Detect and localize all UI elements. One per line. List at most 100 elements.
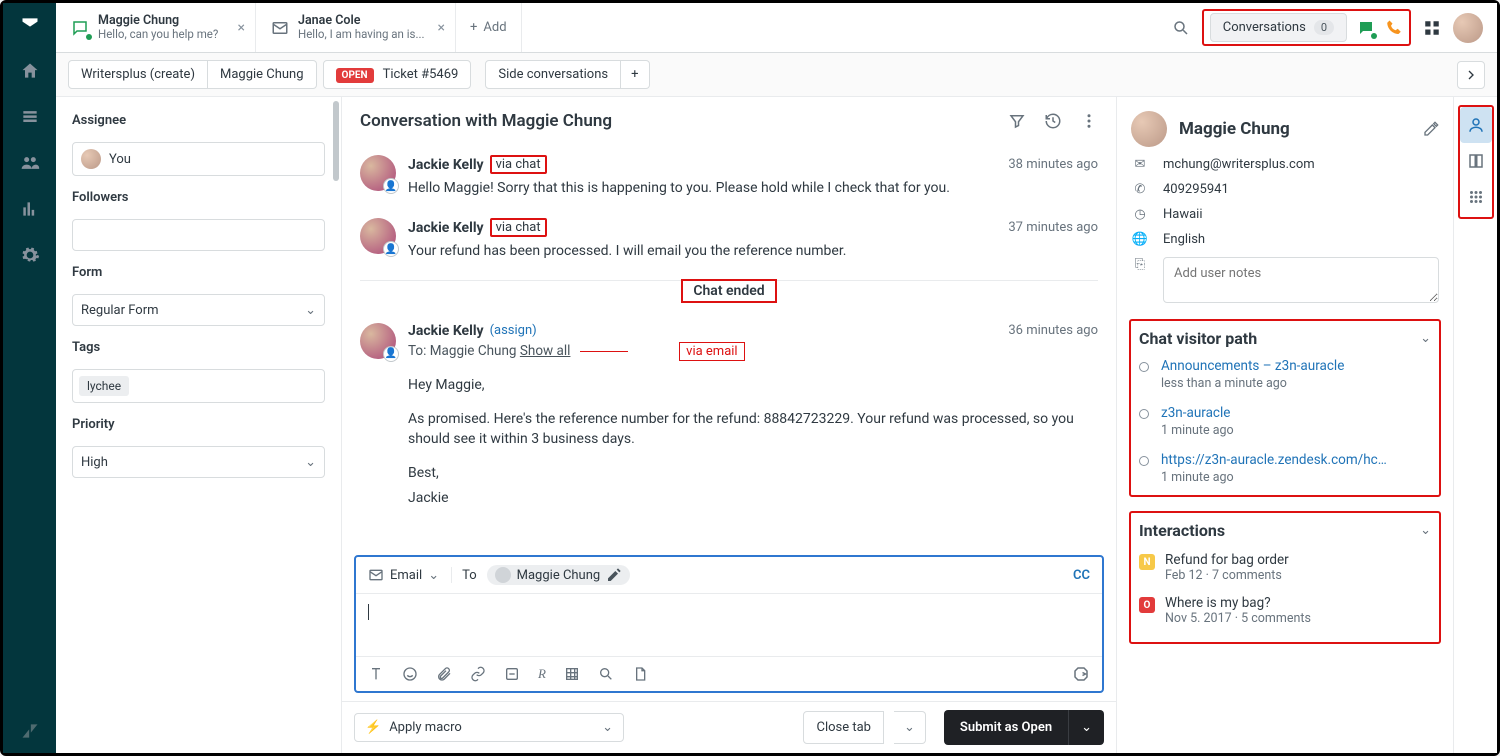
chat-status-icon[interactable] <box>1357 19 1375 37</box>
form-label: Form <box>72 265 325 280</box>
followers-input[interactable] <box>72 219 325 251</box>
filter-icon[interactable] <box>1008 112 1026 130</box>
chevron-down-icon: ⌄ <box>602 720 613 735</box>
tab-title: Maggie Chung <box>98 13 218 28</box>
visitor-path-item[interactable]: Announcements – z3n-auracle less than a … <box>1139 358 1431 391</box>
signature-icon[interactable]: R <box>538 666 546 682</box>
chat-bubble-icon <box>70 18 90 38</box>
phone-icon[interactable] <box>1385 19 1403 37</box>
breadcrumb-requester[interactable]: Maggie Chung <box>208 60 317 89</box>
breadcrumb-org[interactable]: Writersplus (create) <box>68 60 208 89</box>
close-tab-button[interactable]: Close tab <box>803 711 884 744</box>
ticket-number: Ticket #5469 <box>383 67 459 82</box>
document-icon[interactable] <box>632 666 648 682</box>
channel-select[interactable]: Email ⌄ <box>368 567 452 583</box>
conversation-title: Conversation with Maggie Chung <box>360 111 612 131</box>
globe-icon: 🌐 <box>1131 232 1149 247</box>
interaction-meta: Feb 12 · 7 comments <box>1165 568 1289 583</box>
show-all-link[interactable]: Show all <box>520 343 571 359</box>
section-title: Interactions <box>1139 521 1225 540</box>
knowledge-icon[interactable] <box>1460 143 1492 179</box>
tag-chip[interactable]: lychee <box>79 376 129 396</box>
close-icon[interactable]: × <box>438 20 445 36</box>
search-kb-icon[interactable] <box>598 666 614 682</box>
cc-button[interactable]: CC <box>1073 568 1090 583</box>
priority-select[interactable]: High ⌄ <box>72 446 325 478</box>
more-icon[interactable] <box>1080 112 1098 130</box>
assignee-value: You <box>109 152 131 167</box>
scrollbar-thumb[interactable] <box>333 101 339 181</box>
email-message: 👤 Jackie Kelly (assign) 36 minutes ago T… <box>360 313 1098 518</box>
search-icon[interactable] <box>1172 19 1190 37</box>
assignee-select[interactable]: You <box>72 142 325 176</box>
requester-email[interactable]: mchung@writersplus.com <box>1163 157 1315 172</box>
customers-icon[interactable] <box>20 153 40 173</box>
agent-avatar: 👤 <box>360 218 396 254</box>
agent-avatar: 👤 <box>360 323 396 359</box>
tags-input[interactable]: lychee <box>72 369 325 403</box>
link-icon[interactable] <box>470 666 486 682</box>
close-tab-caret[interactable]: ⌄ <box>894 711 926 744</box>
quote-icon[interactable] <box>504 666 520 682</box>
emoji-icon[interactable] <box>402 666 418 682</box>
views-icon[interactable] <box>20 107 40 127</box>
chevron-down-icon: ⌄ <box>305 455 316 470</box>
topbar-right-highlight: Conversations 0 <box>1202 9 1411 46</box>
close-icon[interactable]: × <box>238 20 245 36</box>
recipient-name: Maggie Chung <box>517 568 601 583</box>
submit-caret[interactable]: ⌄ <box>1068 710 1104 745</box>
chat-message: 👤 Jackie Kelly via chat 37 minutes ago Y… <box>360 208 1098 271</box>
visitor-path-time: 1 minute ago <box>1161 423 1234 438</box>
chevron-down-icon[interactable]: ⌄ <box>1420 523 1431 538</box>
home-icon[interactable] <box>20 61 40 81</box>
composer-textarea[interactable] <box>356 594 1102 656</box>
add-tab-button[interactable]: + Add <box>456 3 522 52</box>
message-body: Your refund has been processed. I will e… <box>408 241 1098 261</box>
ticket-footer: ⚡ Apply macro ⌄ Close tab ⌄ Submit as Op… <box>342 701 1116 753</box>
visitor-path-link[interactable]: Announcements – z3n-auracle <box>1161 358 1344 374</box>
add-side-conversation-button[interactable]: + <box>621 60 649 89</box>
table-icon[interactable] <box>564 666 580 682</box>
workspace-tab-2[interactable]: Janae Cole Hello, I am having an is... × <box>256 3 456 52</box>
tab-title: Janae Cole <box>298 13 425 28</box>
text-format-icon[interactable] <box>368 666 384 682</box>
history-icon[interactable] <box>1044 112 1062 130</box>
side-conversations-button[interactable]: Side conversations <box>485 60 621 89</box>
chat-message: 👤 Jackie Kelly via chat 38 minutes ago H… <box>360 145 1098 208</box>
expand-panel-button[interactable] <box>1457 61 1485 89</box>
submit-button[interactable]: Submit as Open <box>944 710 1068 745</box>
chevron-down-icon[interactable]: ⌄ <box>1420 331 1431 346</box>
email-to-name: Maggie Chung <box>430 343 517 359</box>
attachment-icon[interactable] <box>436 666 452 682</box>
interaction-item[interactable]: O Where is my bag? Nov 5. 2017 · 5 comme… <box>1139 589 1431 632</box>
current-user-avatar[interactable] <box>1453 13 1483 43</box>
visitor-path-item[interactable]: https://z3n-auracle.zendesk.com/hc/en...… <box>1139 452 1431 485</box>
reporting-icon[interactable] <box>20 199 40 219</box>
conversations-count: 0 <box>1314 20 1334 35</box>
breadcrumb-ticket[interactable]: OPEN Ticket #5469 <box>323 60 472 89</box>
knowledge-capture-icon[interactable] <box>1072 665 1090 683</box>
visitor-path-link[interactable]: z3n-auracle <box>1161 405 1234 421</box>
edit-icon[interactable] <box>1423 121 1439 137</box>
interaction-meta: Nov 5. 2017 · 5 comments <box>1165 611 1311 626</box>
apps-grid-icon[interactable] <box>1423 19 1441 37</box>
conversations-button[interactable]: Conversations 0 <box>1210 13 1347 42</box>
assign-link[interactable]: (assign) <box>490 323 537 338</box>
edit-icon[interactable] <box>606 567 622 583</box>
chevron-down-icon: ⌄ <box>428 568 439 583</box>
visitor-path-link[interactable]: https://z3n-auracle.zendesk.com/hc/en... <box>1161 452 1391 468</box>
recipient-chip[interactable]: Maggie Chung <box>487 565 631 585</box>
user-notes-input[interactable] <box>1163 257 1439 303</box>
admin-gear-icon[interactable] <box>20 245 40 265</box>
interaction-item[interactable]: N Refund for bag order Feb 12 · 7 commen… <box>1139 546 1431 589</box>
workspace-tab-1[interactable]: Maggie Chung Hello, can you help me? × <box>56 3 256 52</box>
zendesk-logo-icon[interactable] <box>20 15 40 35</box>
user-context-icon[interactable] <box>1460 107 1492 143</box>
requester-phone[interactable]: 409295941 <box>1163 182 1229 197</box>
form-select[interactable]: Regular Form ⌄ <box>72 294 325 326</box>
visitor-path-item[interactable]: z3n-auracle 1 minute ago <box>1139 405 1431 438</box>
apps-icon[interactable] <box>1460 179 1492 215</box>
section-title: Chat visitor path <box>1139 329 1257 348</box>
apply-macro-select[interactable]: ⚡ Apply macro ⌄ <box>354 713 624 742</box>
note-icon: ⎘ <box>1131 257 1149 272</box>
